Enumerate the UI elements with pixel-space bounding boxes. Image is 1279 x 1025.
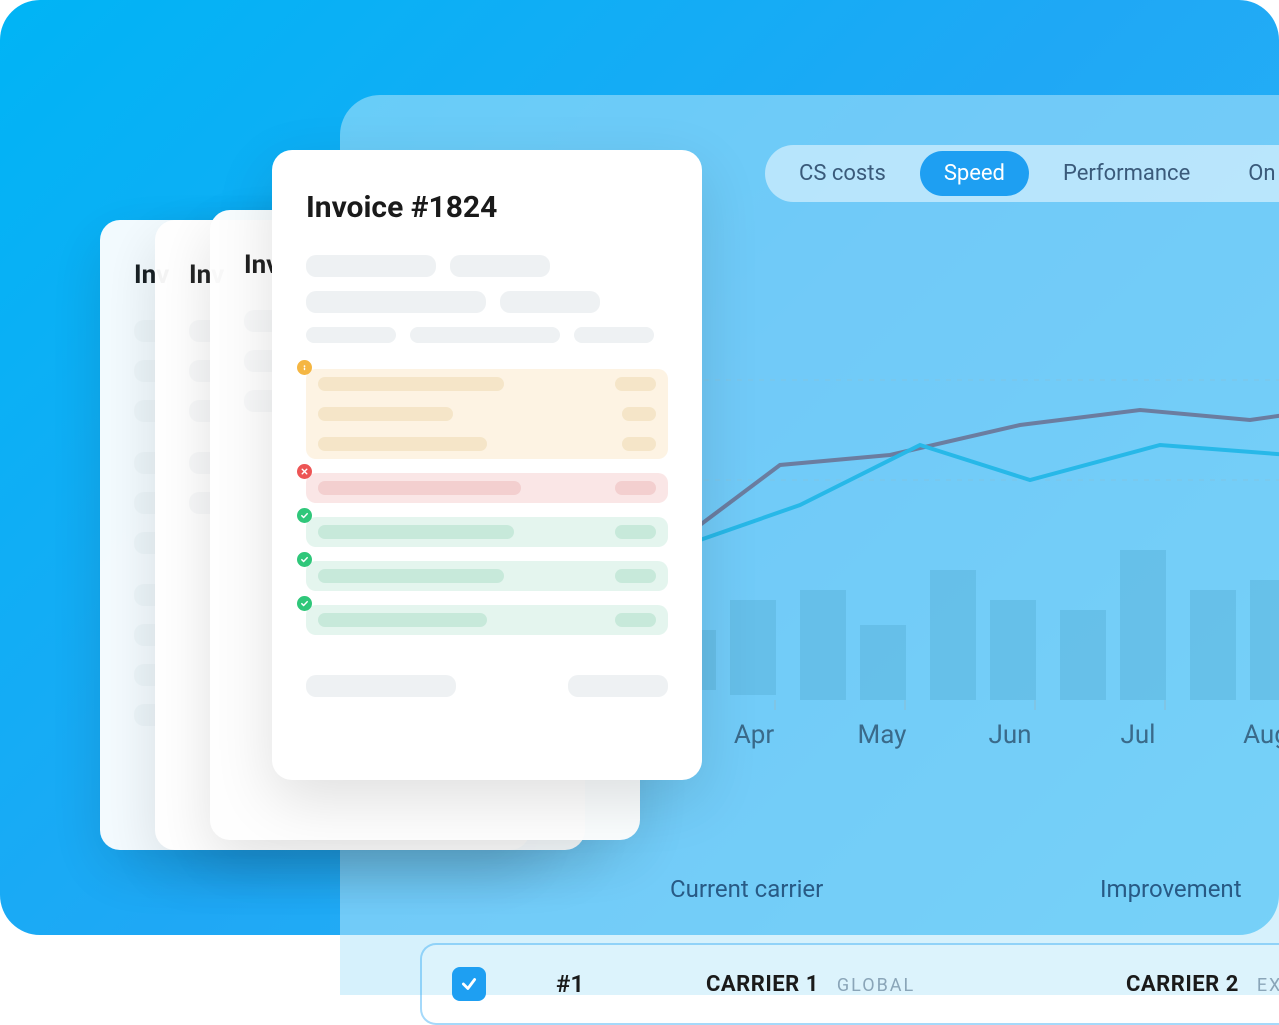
invoice-meta-row — [306, 255, 668, 277]
chart-x-axis: Apr May Jun Jul Aug — [690, 720, 1279, 750]
carrier-name: CARRIER 2 — [1126, 972, 1239, 997]
current-carrier-cell: CARRIER 1 GLOBAL — [706, 972, 1126, 997]
tab-performance[interactable]: Performance — [1039, 151, 1214, 196]
xlabel: May — [818, 720, 946, 750]
carrier-name: CARRIER 1 — [706, 972, 819, 997]
invoice-line-ok[interactable] — [306, 605, 668, 635]
check-icon — [297, 596, 312, 611]
check-icon — [297, 552, 312, 567]
column-current-carrier: Current carrier — [670, 875, 1100, 903]
chart — [660, 280, 1279, 710]
carrier-table: Current carrier Improvement #1 CARRIER 1… — [380, 875, 1279, 1025]
tab-cs-costs[interactable]: CS costs — [775, 151, 910, 196]
invoice-line-error[interactable] — [306, 473, 668, 503]
row-checkbox[interactable] — [452, 967, 486, 1001]
rank: #1 — [556, 970, 706, 998]
invoice-line-ok[interactable] — [306, 561, 668, 591]
carrier-tag: EXPR — [1257, 975, 1279, 996]
column-improvement: Improvement — [1100, 875, 1242, 903]
improvement-carrier-cell: CARRIER 2 EXPR — [1126, 972, 1279, 997]
xlabel: Apr — [690, 720, 818, 750]
xlabel: Jun — [946, 720, 1074, 750]
carrier-tag: GLOBAL — [837, 975, 915, 996]
error-icon — [297, 464, 312, 479]
check-icon — [297, 508, 312, 523]
metric-tabs: CS costs Speed Performance On time — [765, 145, 1279, 202]
invoice-meta-row — [306, 327, 668, 343]
background: CS costs Speed Performance On time — [0, 0, 1279, 935]
tab-on-time[interactable]: On time — [1224, 151, 1279, 196]
invoice-card[interactable]: Invoice #1824 — [272, 150, 702, 780]
invoice-footer — [306, 675, 668, 697]
xlabel: Jul — [1074, 720, 1202, 750]
invoice-line-warning[interactable] — [306, 369, 668, 459]
table-row[interactable]: #1 CARRIER 1 GLOBAL CARRIER 2 EXPR — [420, 943, 1279, 1025]
xlabel: Aug — [1202, 720, 1279, 750]
tab-speed[interactable]: Speed — [920, 151, 1029, 196]
invoice-line-ok[interactable] — [306, 517, 668, 547]
warning-icon — [297, 360, 312, 375]
table-header-row: Current carrier Improvement — [380, 875, 1279, 903]
invoice-meta-row — [306, 291, 668, 313]
check-icon — [460, 975, 478, 993]
invoice-title: Invoice #1824 — [306, 190, 668, 225]
